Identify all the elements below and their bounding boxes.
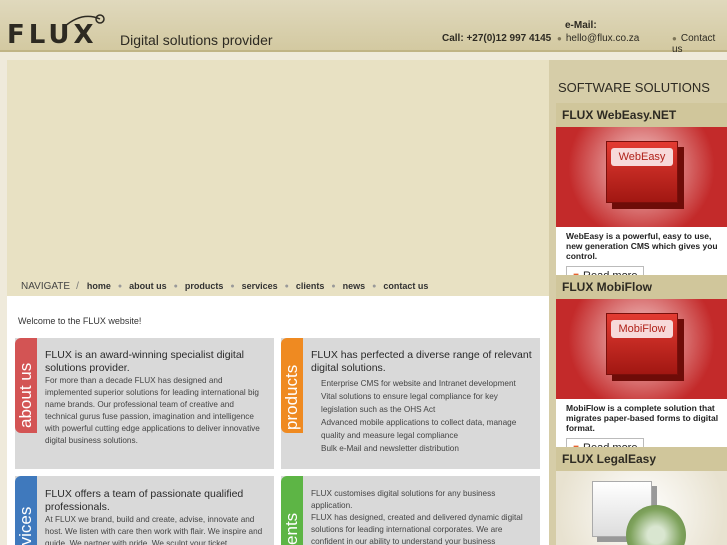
nav-clients[interactable]: clients (296, 281, 325, 291)
nav-contact-us[interactable]: contact us (383, 281, 428, 291)
products-tab-label: products (282, 364, 301, 430)
contact-link[interactable]: ● Contact us (672, 33, 727, 55)
services-card[interactable]: services FLUX offers a team of passionat… (15, 476, 274, 545)
nav-dot: ● (372, 282, 377, 290)
about-card[interactable]: about us FLUX is an award-winning specia… (15, 338, 274, 469)
contact-label[interactable]: Contact us (672, 33, 715, 55)
products-title: FLUX has perfected a diverse range of re… (311, 349, 532, 374)
product-description: MobiFlow is a complete solution that mig… (556, 399, 727, 436)
nav-dot: ● (117, 282, 123, 290)
nav-dot: ● (230, 282, 235, 290)
products-list-item: Advanced mobile applications to collect … (321, 418, 517, 440)
products-list-item: Vital solutions to ensure legal complian… (321, 392, 498, 414)
product-name[interactable]: FLUX LegalEasy (556, 447, 727, 471)
nav-label: NAVIGATE (21, 280, 71, 292)
product-webeasy: FLUX WebEasy.NET WebEasy WebEasy is a po… (556, 103, 727, 294)
main-nav: NAVIGATE / home ● about us ● products ● ser… (21, 278, 428, 294)
about-body: FLUX is an award-winning specialist digi… (45, 349, 266, 447)
services-title: FLUX offers a team of passionate qualifi… (45, 488, 244, 513)
clients-card[interactable]: clients FLUX customises digital solution… (281, 476, 540, 545)
services-text: At FLUX we brand, build and create, advi… (45, 515, 263, 545)
about-title: FLUX is an award-winning specialist digi… (45, 349, 245, 374)
products-list-item: Enterprise CMS for website and Intranet … (321, 379, 516, 388)
nav-services[interactable]: services (242, 281, 278, 291)
products-tab[interactable]: products (281, 338, 303, 433)
clients-title: FLUX customises digital solutions for an… (311, 489, 496, 510)
nav-dot: ● (331, 282, 336, 290)
product-name[interactable]: FLUX MobiFlow (556, 275, 727, 299)
mobiflow-box-image[interactable]: MobiFlow (556, 299, 727, 399)
clients-tab[interactable]: clients (281, 476, 303, 545)
product-name[interactable]: FLUX WebEasy.NET (556, 103, 727, 127)
logo-orbit-icon (63, 14, 105, 28)
legaleasy-box-image[interactable] (556, 471, 727, 545)
clients-body: FLUX customises digital solutions for an… (311, 488, 532, 545)
product-box: MobiFlow (606, 313, 678, 375)
nav-dot: ● (284, 282, 289, 290)
hero-banner (7, 60, 549, 296)
clients-tab-label: clients (282, 512, 301, 545)
email-label: e-Mail: (565, 20, 597, 31)
product-box-label: WebEasy (611, 148, 673, 166)
tagline: Digital solutions provider (120, 32, 273, 48)
bullet-icon: ● (672, 34, 677, 43)
about-tab-label: about us (16, 362, 35, 428)
nav-home[interactable]: home (87, 281, 111, 291)
email-link[interactable]: ● hello@flux.co.za (557, 33, 639, 44)
product-mobiflow: FLUX MobiFlow MobiFlow MobiFlow is a com… (556, 275, 727, 466)
products-card[interactable]: products FLUX has perfected a diverse ra… (281, 338, 540, 469)
product-legaleasy: FLUX LegalEasy (556, 447, 727, 545)
bullet-icon: ● (557, 34, 562, 43)
products-body: FLUX has perfected a diverse range of re… (311, 349, 532, 455)
email-address[interactable]: hello@flux.co.za (566, 33, 640, 44)
services-tab-label: services (16, 506, 35, 545)
product-description: WebEasy is a powerful, easy to use, new … (556, 227, 727, 264)
sidebar-title: SOFTWARE SOLUTIONS (558, 80, 710, 95)
nav-about-us[interactable]: about us (129, 281, 167, 291)
services-body: FLUX offers a team of passionate qualifi… (45, 488, 266, 545)
nav-products[interactable]: products (185, 281, 224, 291)
nav-separator: / (76, 280, 79, 292)
clients-text: FLUX has designed, created and delivered… (311, 513, 523, 545)
products-list-item: Bulk e-Mail and newsletter distribution (321, 444, 459, 453)
webeasy-box-image[interactable]: WebEasy (556, 127, 727, 227)
welcome-text: Welcome to the FLUX website! (18, 316, 142, 326)
products-list: Enterprise CMS for website and Intranet … (311, 377, 532, 455)
about-tab[interactable]: about us (15, 338, 37, 433)
nav-news[interactable]: news (343, 281, 366, 291)
about-text: For more than a decade FLUX has designed… (45, 376, 260, 445)
phone-number: Call: +27(0)12 997 4145 (442, 33, 552, 44)
nav-dot: ● (173, 282, 178, 290)
product-box: WebEasy (606, 141, 678, 203)
product-box-label: MobiFlow (611, 320, 673, 338)
site-header: FLUX Digital solutions provider Call: +2… (0, 0, 727, 55)
services-tab[interactable]: services (15, 476, 37, 545)
